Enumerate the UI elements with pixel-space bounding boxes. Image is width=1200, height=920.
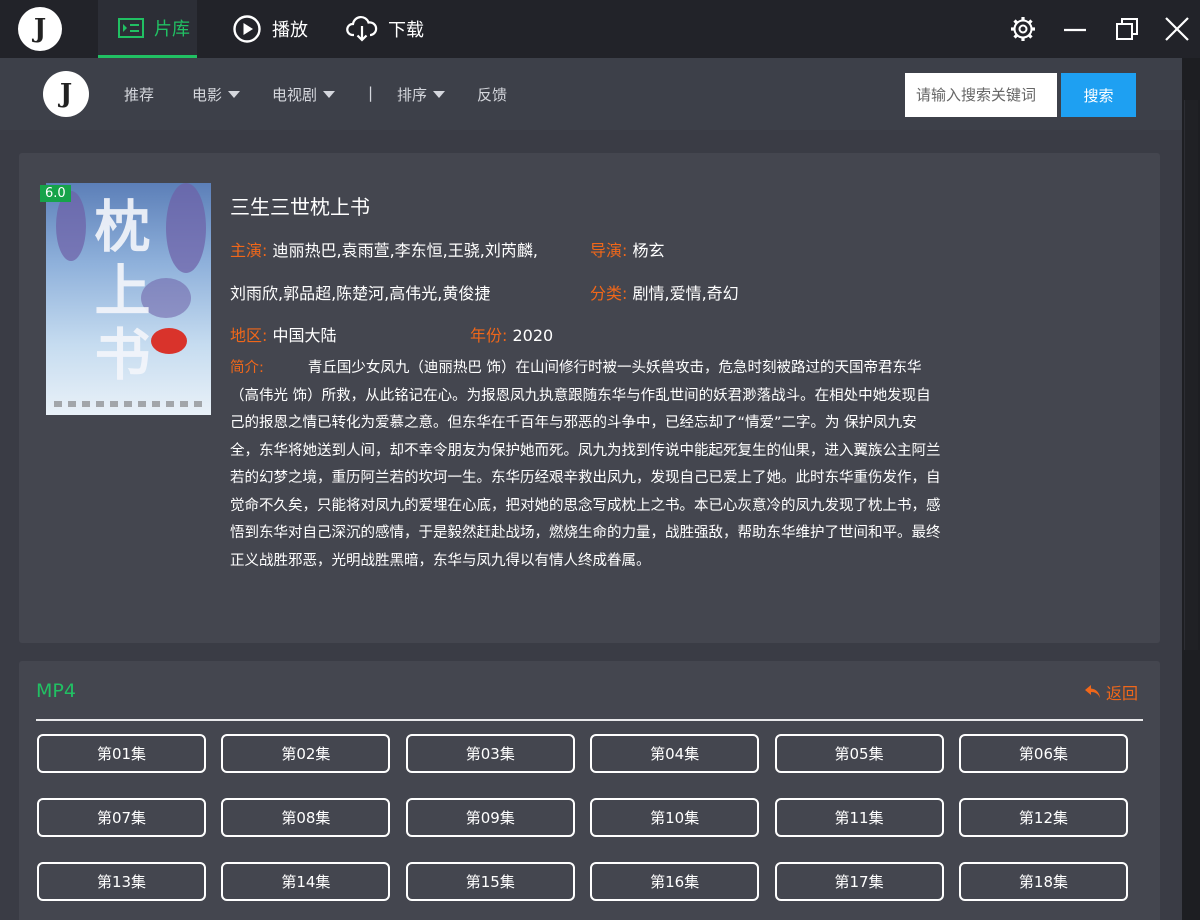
restore-icon (1116, 18, 1138, 40)
settings-button[interactable] (1006, 12, 1040, 46)
region-value: 中国大陆 (272, 326, 337, 345)
poster-image[interactable]: 枕上书 (46, 183, 211, 415)
nav-item-label: 电视剧 (272, 86, 318, 104)
rating-badge: 6.0 (40, 185, 71, 202)
cast-label: 主演: (230, 241, 268, 260)
close-button[interactable] (1160, 12, 1194, 46)
episode-button[interactable]: 第03集 (405, 734, 575, 773)
episode-button[interactable]: 第07集 (37, 798, 206, 837)
episode-button[interactable]: 第13集 (37, 862, 206, 901)
divider (36, 719, 1143, 721)
library-icon (118, 17, 144, 38)
source-format-label: MP4 (36, 680, 76, 702)
episode-button[interactable]: 第18集 (958, 862, 1128, 901)
episode-button[interactable]: 第12集 (958, 798, 1128, 837)
episode-button[interactable]: 第16集 (590, 862, 760, 901)
site-logo[interactable]: J (43, 71, 89, 117)
synopsis-text: 青丘国少女凤九（迪丽热巴 饰）在山间修行时被一头妖兽攻击，危急时刻被路过的天国帝… (230, 360, 941, 569)
nav-item-sort[interactable]: 排序 (397, 84, 446, 105)
episode-button[interactable]: 第10集 (590, 798, 760, 837)
genre-label: 分类: (590, 284, 628, 303)
play-circle-icon (233, 15, 261, 43)
episode-button[interactable]: 第11集 (774, 798, 944, 837)
genre-value: 剧情,爱情,奇幻 (632, 284, 739, 303)
tab-download[interactable]: 下载 (346, 0, 424, 58)
tab-play[interactable]: 播放 (232, 0, 308, 58)
cast-line: 主演: 迪丽热巴,袁雨萱,李东恒,王骁,刘芮麟, (230, 237, 538, 261)
director-label: 导演: (590, 241, 628, 260)
director-line: 导演: 杨玄 (590, 237, 665, 261)
episode-button[interactable]: 第05集 (774, 734, 944, 773)
episode-button[interactable]: 第08集 (221, 798, 391, 837)
year-value: 2020 (512, 326, 554, 345)
tab-play-label: 播放 (272, 20, 308, 41)
nav-item-recommend[interactable]: 推荐 (124, 84, 154, 105)
episode-button[interactable]: 第04集 (590, 734, 760, 773)
cloud-download-icon (346, 16, 378, 42)
nav-item-label: 排序 (397, 86, 428, 104)
episode-button[interactable]: 第14集 (221, 862, 391, 901)
episode-button[interactable]: 第06集 (958, 734, 1128, 773)
poster-decoration (151, 328, 187, 354)
poster-title: 枕上书 (85, 197, 151, 389)
year-line: 年份: 2020 (470, 322, 553, 346)
episode-panel: MP4 返回 第01集 第02集 第03集 第04集 第05集 第06集 第07集 第08集第… (19, 661, 1160, 920)
tab-download-label: 下载 (388, 20, 424, 41)
region-line: 地区: 中国大陆 (230, 322, 337, 346)
cast-value-line2: 刘雨欣,郭品超,陈楚河,高伟光,黄俊捷 (230, 284, 491, 303)
cast-value: 迪丽热巴,袁雨萱,李东恒,王骁,刘芮麟, (272, 241, 538, 260)
back-button[interactable]: 返回 (1084, 680, 1138, 704)
episode-button[interactable]: 第01集 (37, 734, 206, 773)
tab-library-label: 片库 (154, 18, 190, 40)
show-title: 三生三世枕上书 (230, 195, 370, 219)
minimize-icon (1064, 28, 1086, 32)
episode-grid: 第01集 第02集 第03集 第04集 第05集 第06集第07集 第08集 第09集 第10集… (37, 734, 1129, 901)
nav-item-label: 反馈 (477, 86, 508, 104)
nav-item-label: 推荐 (124, 86, 155, 104)
poster-decoration (166, 183, 206, 273)
nav-item-label: 电影 (192, 86, 223, 104)
restore-button[interactable] (1110, 12, 1144, 46)
app-logo: J (18, 7, 62, 51)
year-label: 年份: (470, 326, 508, 345)
region-label: 地区: (230, 326, 268, 345)
search-button[interactable]: 搜索 (1061, 73, 1136, 117)
nav-item-movies[interactable]: 电影 (192, 84, 241, 105)
detail-card: 枕上书 6.0 三生三世枕上书 主演: 迪丽热巴,袁雨萱,李东恒,王骁,刘芮麟,… (19, 153, 1160, 643)
episode-button[interactable]: 第02集 (221, 734, 391, 773)
caret-down-icon (433, 91, 446, 98)
nav-item-tv-series[interactable]: 电视剧 (272, 84, 336, 105)
minimize-button[interactable] (1058, 12, 1092, 46)
caret-down-icon (228, 91, 241, 98)
poster-credits (54, 401, 202, 407)
title-bar: J 片库 播放 下载 (0, 0, 1200, 58)
caret-down-icon (323, 91, 336, 98)
genre-line: 分类: 剧情,爱情,奇幻 (590, 280, 739, 304)
episode-button[interactable]: 第15集 (405, 862, 575, 901)
close-icon (1165, 17, 1189, 41)
episode-button[interactable]: 第09集 (405, 798, 575, 837)
synopsis-label: 简介: (230, 360, 264, 376)
gear-icon (1011, 17, 1035, 41)
nav-separator: | (368, 84, 374, 102)
director-value: 杨玄 (632, 241, 665, 260)
nav-item-feedback[interactable]: 反馈 (477, 84, 507, 105)
synopsis: 简介: 青丘国少女凤九（迪丽热巴 饰）在山间修行时被一头妖兽攻击，危急时刻被路过的… (230, 355, 942, 575)
search-input[interactable] (905, 73, 1057, 117)
episode-button[interactable]: 第17集 (774, 862, 944, 901)
back-button-label: 返回 (1106, 684, 1139, 703)
reply-arrow-icon (1085, 685, 1100, 698)
tab-library[interactable]: 片库 (98, 0, 197, 58)
scrollbar-thumb[interactable] (1184, 100, 1198, 650)
